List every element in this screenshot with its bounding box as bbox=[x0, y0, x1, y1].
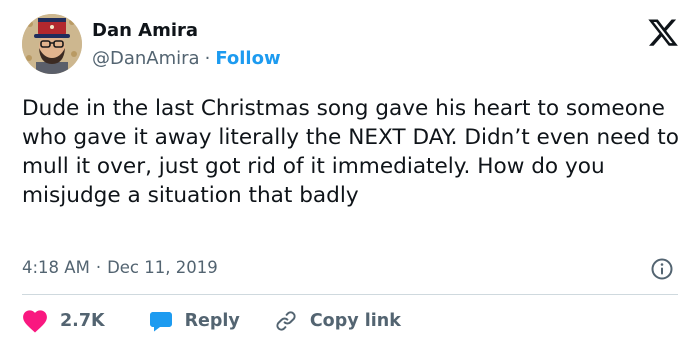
link-icon bbox=[274, 309, 298, 333]
tweet-timestamp[interactable]: 4:18 AM · Dec 11, 2019 bbox=[22, 257, 218, 279]
reply-label: Reply bbox=[184, 311, 240, 331]
avatar-image bbox=[22, 14, 82, 74]
tweet-time: 4:18 AM bbox=[22, 258, 90, 277]
handle-separator: · bbox=[204, 48, 211, 69]
heart-icon bbox=[22, 309, 48, 333]
avatar[interactable] bbox=[22, 14, 82, 74]
divider bbox=[22, 294, 678, 295]
copy-link-label: Copy link bbox=[309, 311, 401, 331]
action-bar: 2.7K Reply Copy link bbox=[22, 308, 401, 334]
tweet-text: Dude in the last Christmas song gave his… bbox=[22, 96, 679, 208]
x-logo-icon[interactable] bbox=[648, 18, 678, 46]
tweet-card: Dan Amira @DanAmira · Follow Dude in the l… bbox=[0, 0, 700, 348]
like-button[interactable]: 2.7K bbox=[22, 309, 105, 333]
timestamp-separator: · bbox=[95, 258, 102, 277]
tweet-date: Dec 11, 2019 bbox=[107, 258, 218, 277]
copy-link-button[interactable]: Copy link bbox=[274, 309, 401, 333]
author-handle[interactable]: @DanAmira bbox=[92, 48, 200, 69]
author-name[interactable]: Dan Amira bbox=[92, 20, 198, 42]
follow-button[interactable]: Follow bbox=[215, 48, 280, 69]
reply-button[interactable]: Reply bbox=[149, 309, 240, 333]
like-count: 2.7K bbox=[60, 311, 105, 331]
speech-bubble-icon bbox=[149, 309, 173, 333]
info-icon[interactable] bbox=[650, 257, 674, 281]
author-handle-row: @DanAmira · Follow bbox=[92, 48, 281, 70]
